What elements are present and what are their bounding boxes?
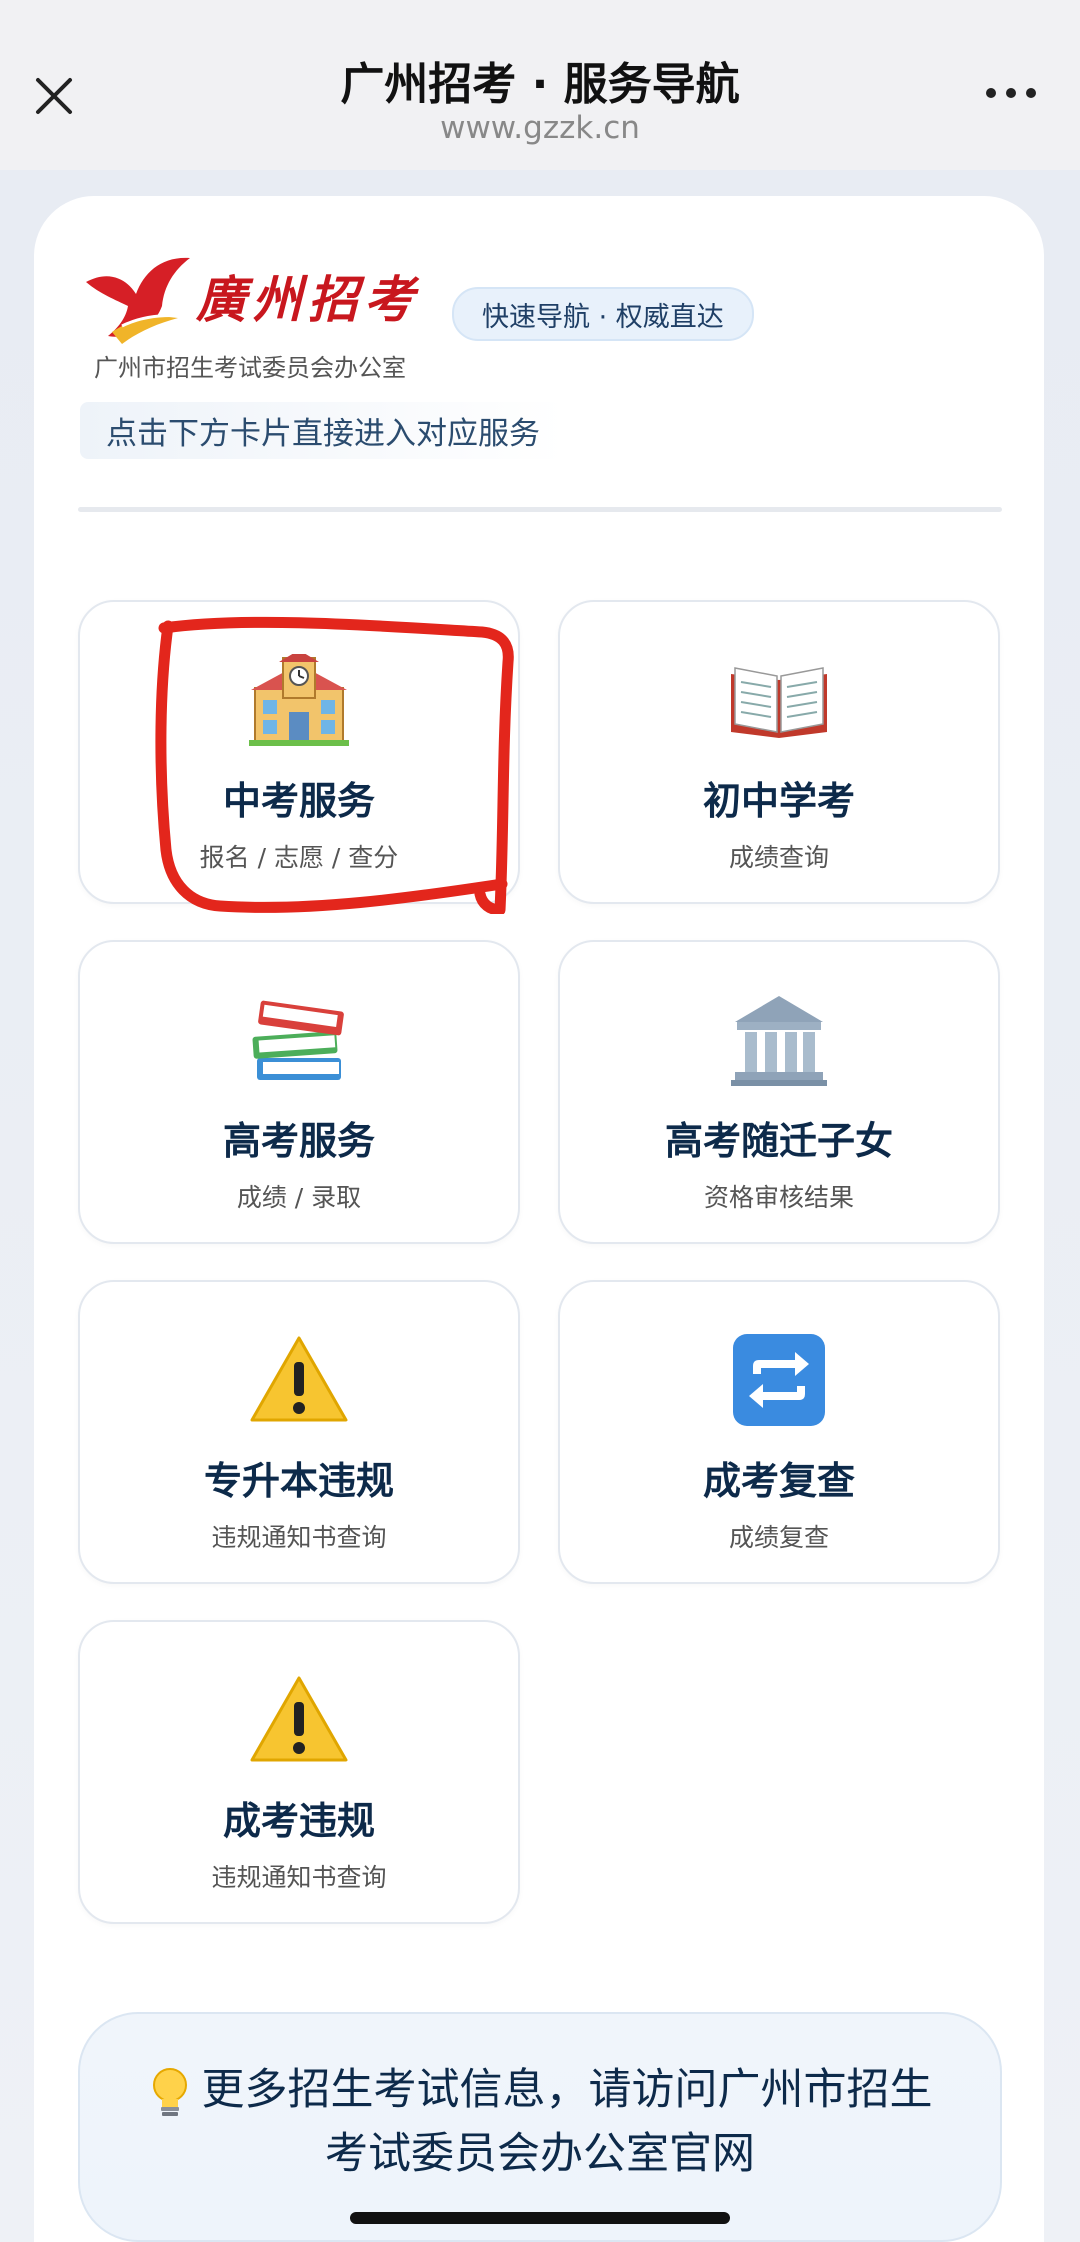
open-book-icon <box>731 667 827 738</box>
page-url: www.gzzk.cn <box>440 110 640 146</box>
brand-logo-block: 廣州招考 广州市招生考试委员会办公室 <box>78 248 458 388</box>
card-upgrade-violation[interactable]: 专升本违规 违规通知书查询 <box>78 1280 520 1584</box>
footer-text: 更多招生考试信息，请访问广州市招生考试委员会办公室官网 <box>201 2065 933 2179</box>
hint-text: 点击下方卡片直接进入对应服务 <box>80 402 566 459</box>
card-desc: 成绩复查 <box>728 1523 829 1552</box>
divider <box>78 507 1002 512</box>
card-title: 中考服务 <box>222 779 375 823</box>
card-desc: 违规通知书查询 <box>211 1863 387 1892</box>
more-dot <box>1026 88 1036 98</box>
card-zhongkao-service[interactable]: 中考服务 报名 / 志愿 / 查分 <box>78 600 520 904</box>
card-title: 初中学考 <box>702 779 855 823</box>
page-title: 广州招考 · 服务导航 <box>340 59 740 110</box>
card-adult-exam-review[interactable]: 成考复查 成绩复查 <box>558 1280 1000 1584</box>
repeat-arrows-icon <box>733 1334 825 1426</box>
brand-org: 广州市招生考试委员会办公室 <box>94 354 406 382</box>
classical-building-icon <box>731 996 827 1086</box>
official-site-link[interactable]: 更多招生考试信息，请访问广州市招生考试委员会办公室官网 <box>78 2012 1002 2242</box>
card-title: 成考复查 <box>702 1459 855 1503</box>
card-title: 高考随迁子女 <box>664 1119 893 1163</box>
card-title: 专升本违规 <box>203 1459 394 1503</box>
card-desc: 成绩查询 <box>728 843 829 872</box>
more-options-button[interactable] <box>986 88 1036 98</box>
card-desc: 成绩 / 录取 <box>236 1183 362 1212</box>
card-desc: 报名 / 志愿 / 查分 <box>199 843 399 872</box>
more-dot <box>1006 88 1016 98</box>
brand-name: 廣州招考 <box>196 270 420 329</box>
quick-nav-badge: 快速导航 · 权威直达 <box>452 287 754 341</box>
card-gaokao-migrant-children[interactable]: 高考随迁子女 资格审核结果 <box>558 940 1000 1244</box>
card-junior-exam[interactable]: 初中学考 成绩查询 <box>558 600 1000 904</box>
more-dot <box>986 88 996 98</box>
card-title: 高考服务 <box>222 1119 375 1163</box>
light-bulb-icon <box>152 2067 187 2116</box>
warning-icon <box>250 1676 348 1762</box>
home-indicator <box>350 2212 730 2224</box>
card-desc: 违规通知书查询 <box>211 1523 387 1552</box>
warning-icon <box>250 1336 348 1422</box>
top-bar: 广州招考 · 服务导航 www.gzzk.cn <box>0 0 1080 170</box>
card-desc: 资格审核结果 <box>703 1183 854 1212</box>
books-icon <box>252 1000 344 1080</box>
card-title: 成考违规 <box>222 1799 375 1843</box>
card-gaokao-service[interactable]: 高考服务 成绩 / 录取 <box>78 940 520 1244</box>
school-icon <box>249 654 349 746</box>
card-adult-exam-violation[interactable]: 成考违规 违规通知书查询 <box>78 1620 520 1924</box>
guangzhou-logo-icon <box>86 257 190 344</box>
